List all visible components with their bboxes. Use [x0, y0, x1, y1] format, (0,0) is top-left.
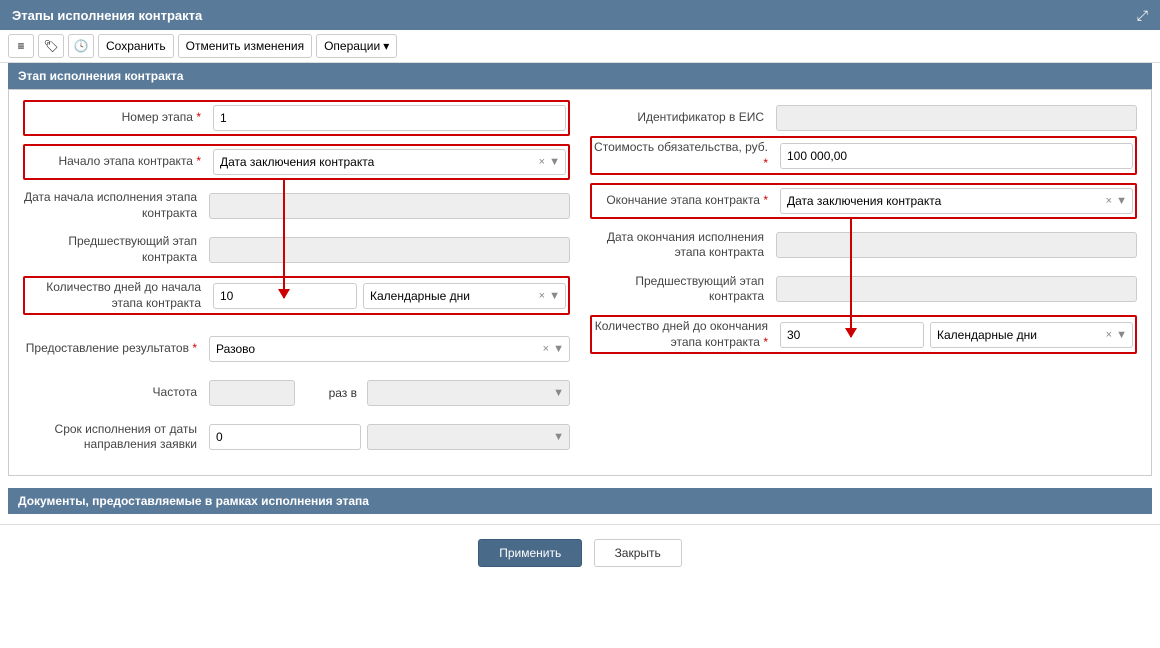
- end-date-label: Дата окончания исполнения этапа контракт…: [590, 230, 770, 261]
- prev-stage-input-r: [776, 276, 1137, 302]
- row-start-date: Дата начала исполнения этапа контракта: [23, 188, 570, 224]
- prev-stage-label: Предшествующий этап контракта: [23, 234, 203, 265]
- days-end-label: Количество дней до окончания этапа контр…: [594, 319, 774, 350]
- cancel-button[interactable]: Отменить изменения: [178, 34, 312, 58]
- deadline-unit-select: [367, 424, 570, 450]
- end-date-input: [776, 232, 1137, 258]
- row-end-date: Дата окончания исполнения этапа контракт…: [590, 227, 1137, 263]
- frequency-unit-select: [367, 380, 570, 406]
- close-button[interactable]: Закрыть: [594, 539, 682, 567]
- clear-icon[interactable]: ×: [539, 290, 545, 302]
- window-header: Этапы исполнения контракта ⤢: [0, 0, 1160, 30]
- toolbar: ≡ 🏷 🕓 Сохранить Отменить изменения Опера…: [0, 30, 1160, 63]
- row-days-end: Количество дней до окончания этапа контр…: [590, 315, 1137, 354]
- start-label: Начало этапа контракта *: [27, 154, 207, 170]
- eis-input: [776, 105, 1137, 131]
- cost-input[interactable]: [780, 143, 1133, 169]
- row-eis: Идентификатор в ЕИС: [590, 100, 1137, 136]
- results-label: Предоставление результатов *: [23, 341, 203, 357]
- start-date-label: Дата начала исполнения этапа контракта: [23, 190, 203, 221]
- row-days-start: Количество дней до начала этапа контракт…: [23, 276, 570, 315]
- results-select[interactable]: [209, 336, 570, 362]
- start-select[interactable]: [213, 149, 566, 175]
- days-type-select-r[interactable]: [930, 322, 1133, 348]
- row-stage-number: Номер этапа *: [23, 100, 570, 136]
- window-title: Этапы исполнения контракта: [12, 8, 202, 23]
- apply-button[interactable]: Применить: [478, 539, 582, 567]
- row-deadline: Срок исполнения от даты направления заяв…: [23, 419, 570, 455]
- start-date-input: [209, 193, 570, 219]
- row-start: Начало этапа контракта * × ▼: [23, 144, 570, 180]
- row-end: Окончание этапа контракта * × ▼: [590, 183, 1137, 219]
- caret-down-icon[interactable]: ▼: [1116, 329, 1127, 341]
- row-prev-stage-left: Предшествующий этап контракта: [23, 232, 570, 268]
- prev-stage-label-r: Предшествующий этап контракта: [590, 274, 770, 305]
- section-stage: Этап исполнения контракта: [8, 63, 1152, 89]
- row-results: Предоставление результатов * × ▼: [23, 331, 570, 367]
- caret-down-icon: ▼: [553, 387, 564, 399]
- operations-dropdown[interactable]: Операции ▾: [316, 34, 397, 58]
- prev-stage-input: [209, 237, 570, 263]
- arrow-indicator: [283, 178, 285, 298]
- days-type-select[interactable]: [363, 283, 566, 309]
- caret-down-icon[interactable]: ▼: [549, 290, 560, 302]
- frequency-input: [209, 380, 295, 406]
- clear-icon[interactable]: ×: [539, 156, 545, 168]
- row-frequency: Частота раз в ▼: [23, 375, 570, 411]
- arrow-indicator: [850, 217, 852, 337]
- frequency-label: Частота: [23, 385, 203, 401]
- caret-down-icon: ▾: [383, 39, 389, 53]
- deadline-label: Срок исполнения от даты направления заяв…: [23, 422, 203, 453]
- row-prev-stage-right: Предшествующий этап контракта: [590, 271, 1137, 307]
- freq-mid-label: раз в: [301, 386, 361, 400]
- caret-down-icon[interactable]: ▼: [1116, 195, 1127, 207]
- cost-label: Стоимость обязательства, руб. *: [594, 140, 774, 171]
- caret-down-icon[interactable]: ▼: [549, 156, 560, 168]
- section-documents: Документы, предоставляемые в рамках испо…: [8, 488, 1152, 514]
- right-column: Идентификатор в ЕИС Стоимость обязательс…: [590, 100, 1137, 455]
- eis-label: Идентификатор в ЕИС: [590, 110, 770, 126]
- row-cost: Стоимость обязательства, руб. *: [590, 136, 1137, 175]
- stage-number-input[interactable]: [213, 105, 566, 131]
- footer: Применить Закрыть: [0, 524, 1160, 581]
- form-body: Номер этапа * Начало этапа контракта * ×…: [8, 89, 1152, 476]
- caret-down-icon: ▼: [553, 431, 564, 443]
- menu-icon[interactable]: ≡: [8, 34, 34, 58]
- save-button[interactable]: Сохранить: [98, 34, 174, 58]
- clear-icon[interactable]: ×: [1106, 195, 1112, 207]
- caret-down-icon[interactable]: ▼: [553, 343, 564, 355]
- clear-icon[interactable]: ×: [543, 343, 549, 355]
- clear-icon[interactable]: ×: [1106, 329, 1112, 341]
- deadline-input[interactable]: [209, 424, 361, 450]
- end-select[interactable]: [780, 188, 1133, 214]
- expand-icon[interactable]: ⤢: [1137, 7, 1148, 24]
- days-start-label: Количество дней до начала этапа контракт…: [27, 280, 207, 311]
- tag-icon[interactable]: 🏷: [38, 34, 64, 58]
- history-icon[interactable]: 🕓: [68, 34, 94, 58]
- left-column: Номер этапа * Начало этапа контракта * ×…: [23, 100, 570, 455]
- end-label: Окончание этапа контракта *: [594, 193, 774, 209]
- stage-number-label: Номер этапа *: [27, 110, 207, 126]
